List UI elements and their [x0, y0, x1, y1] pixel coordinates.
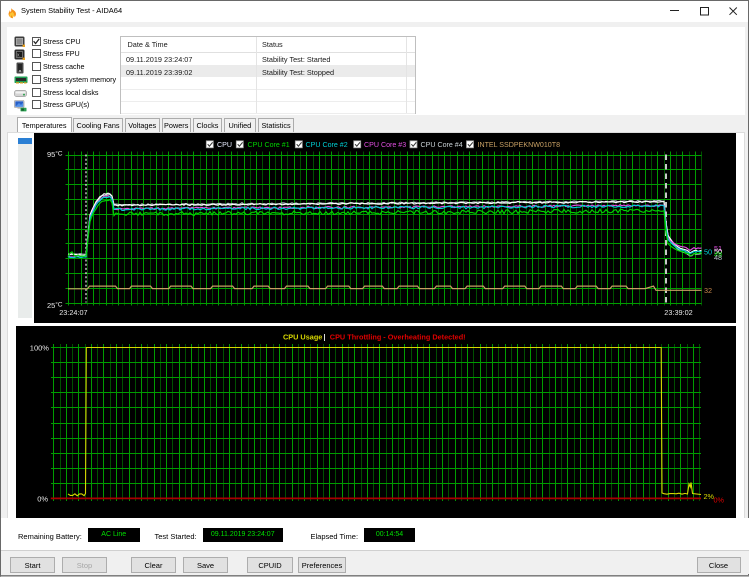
svg-text:50: 50: [704, 247, 712, 256]
svg-text:|: |: [324, 333, 326, 342]
svg-text:CPU Core #2: CPU Core #2: [305, 141, 347, 149]
svg-text:CPU Throttling - Overheating D: CPU Throttling - Overheating Detected!: [330, 333, 466, 342]
svg-text:23:39:02: 23:39:02: [664, 308, 692, 317]
svg-text:100%: 100%: [30, 344, 50, 353]
svg-text:CPU: CPU: [217, 141, 232, 149]
svg-text:32: 32: [704, 286, 712, 295]
svg-text:0%: 0%: [714, 496, 725, 505]
svg-text:48: 48: [714, 253, 722, 262]
svg-text:CPU Core #3: CPU Core #3: [364, 141, 406, 149]
svg-text:23:24:07: 23:24:07: [59, 308, 87, 317]
svg-text:INTEL SSDPEKNW010T8: INTEL SSDPEKNW010T8: [477, 141, 560, 149]
svg-text:CPU Usage: CPU Usage: [283, 333, 322, 342]
svg-text:95°C: 95°C: [47, 150, 63, 159]
svg-text:CPU Core #1: CPU Core #1: [247, 141, 289, 149]
svg-text:CPU Core #4: CPU Core #4: [420, 141, 462, 149]
svg-text:0%: 0%: [37, 495, 48, 504]
